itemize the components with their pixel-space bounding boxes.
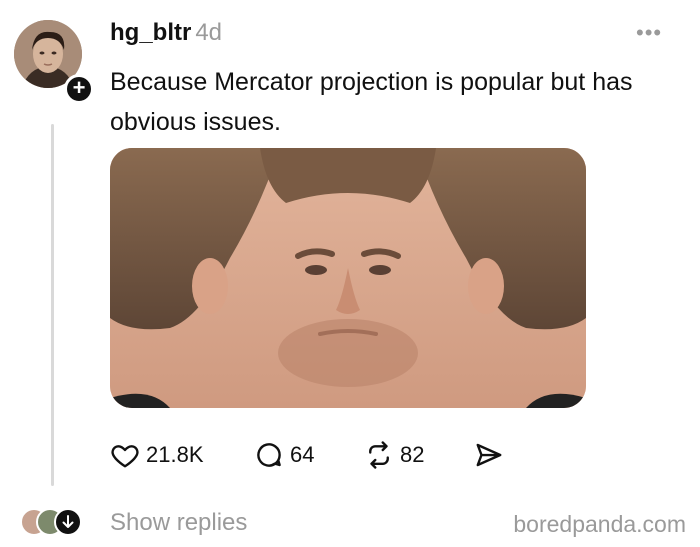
more-options-icon[interactable]: ••• [636,20,662,46]
comment-button[interactable]: 64 [254,440,314,470]
send-icon [476,443,502,467]
post-footer: Show replies boredpanda.com [20,503,686,543]
post-photo [110,148,586,408]
plus-icon: + [72,75,86,100]
follow-button[interactable]: + [64,74,94,104]
share-button[interactable] [474,440,504,470]
show-replies-link[interactable]: Show replies [110,509,247,537]
reply-arrow-badge [54,508,82,536]
repost-button[interactable]: 82 [364,440,424,470]
heart-icon [111,445,139,468]
like-button[interactable]: 21.8K [110,440,204,470]
repost-count: 82 [400,442,425,467]
post-image[interactable] [110,148,586,408]
comment-bubble-icon [257,443,281,467]
reply-avatars[interactable] [20,506,90,540]
username-link[interactable]: hg_bltr [110,19,191,46]
arrow-down-icon [62,515,74,528]
like-count: 21.8K [146,442,204,467]
watermark-text: boredpanda.com [513,511,686,537]
post-header: hg_bltr 4d [110,19,222,47]
post-text: Because Mercator projection is popular b… [110,68,633,136]
comment-count: 64 [290,442,315,467]
thread-line [51,124,54,486]
post-time: 4d [195,19,223,46]
repost-icon [369,441,389,469]
